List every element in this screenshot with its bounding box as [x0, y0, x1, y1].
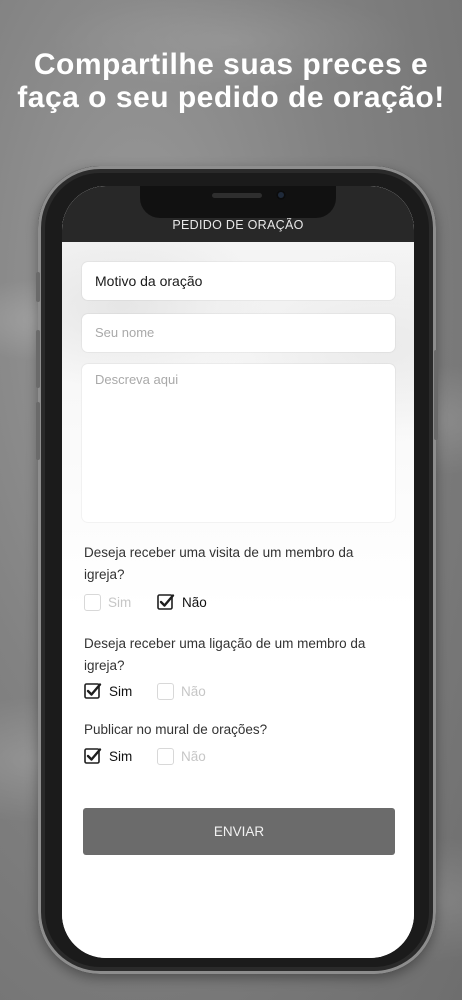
mural-option-sim-label: Sim — [109, 748, 133, 764]
page-title: PEDIDO DE ORAÇÃO — [172, 218, 304, 232]
phone-power-button — [434, 350, 438, 440]
speaker-grille — [212, 193, 262, 198]
phone-notch — [140, 186, 336, 218]
checkbox-unchecked-icon — [157, 682, 174, 700]
name-input[interactable]: Seu nome — [82, 314, 395, 352]
call-option-sim[interactable]: Sim — [84, 680, 132, 702]
motivo-input[interactable]: Motivo da oração — [82, 262, 395, 300]
checkbox-unchecked-icon — [84, 593, 101, 611]
visit-question: Deseja receber uma visita de um membro d… — [84, 545, 354, 582]
checkbox-checked-icon — [84, 682, 102, 700]
phone-volume-down — [36, 402, 40, 460]
name-placeholder: Seu nome — [95, 325, 155, 340]
visit-option-sim[interactable]: Sim — [84, 591, 131, 613]
call-question: Deseja receber uma ligação de um membro … — [84, 636, 366, 673]
mural-option-nao-label: Não — [181, 748, 206, 764]
motivo-value: Motivo da oração — [95, 273, 203, 289]
call-option-nao-label: Não — [181, 683, 206, 699]
checkbox-checked-icon — [84, 747, 102, 765]
phone-mute-switch — [36, 272, 40, 302]
promo-headline: Compartilhe suas preces e faça o seu ped… — [17, 48, 445, 114]
checkbox-unchecked-icon — [157, 747, 174, 765]
mural-option-nao[interactable]: Não — [157, 745, 206, 767]
description-placeholder: Descreva aqui — [95, 372, 179, 387]
phone-volume-up — [36, 330, 40, 388]
visit-option-nao[interactable]: Não — [157, 591, 207, 613]
call-option-sim-label: Sim — [109, 683, 133, 699]
call-option-nao[interactable]: Não — [157, 680, 206, 702]
description-textarea[interactable]: Descreva aqui — [82, 364, 395, 522]
checkbox-checked-icon — [157, 593, 175, 611]
visit-option-nao-label: Não — [182, 594, 207, 610]
submit-button[interactable]: ENVIAR — [83, 808, 395, 855]
front-camera-icon — [276, 190, 286, 200]
phone-screen: PEDIDO DE ORAÇÃO Motivo da oração Seu no… — [62, 186, 414, 958]
visit-option-sim-label: Sim — [108, 594, 132, 610]
mural-question: Publicar no mural de orações? — [84, 722, 268, 737]
mural-option-sim[interactable]: Sim — [84, 745, 132, 767]
